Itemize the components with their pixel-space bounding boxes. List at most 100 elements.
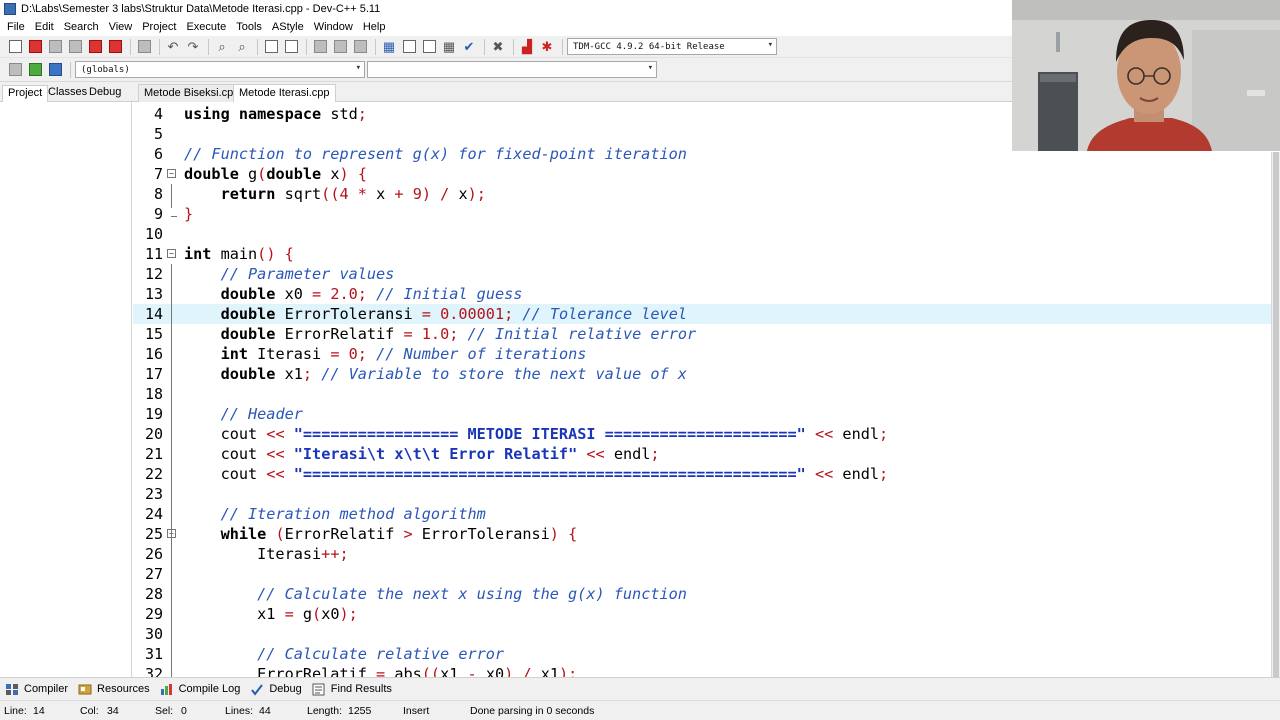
close-all-button[interactable] [106, 38, 124, 56]
goto-function-button[interactable] [282, 38, 300, 56]
stop-button[interactable]: ✖ [489, 38, 507, 56]
scrollbar-thumb[interactable] [1273, 152, 1279, 677]
code-line[interactable]: 9} [133, 204, 1271, 224]
fold-toggle-icon[interactable]: − [167, 169, 176, 178]
rebuild-button[interactable]: ▦ [440, 38, 458, 56]
new-file-button[interactable] [6, 38, 24, 56]
code-line[interactable]: 12 // Parameter values [133, 264, 1271, 284]
debug-icon [251, 683, 264, 696]
code-line[interactable]: 23 [133, 484, 1271, 504]
toggle-bookmark-button[interactable] [351, 38, 369, 56]
code-line[interactable]: 27 [133, 564, 1271, 584]
menu-search[interactable]: Search [59, 21, 104, 33]
menu-file[interactable]: File [2, 21, 30, 33]
unindent-button[interactable] [331, 38, 349, 56]
menu-view[interactable]: View [104, 21, 138, 33]
tab-project[interactable]: Project [2, 85, 49, 102]
code-line[interactable]: 11− int main() { [133, 244, 1271, 264]
vertical-scrollbar[interactable] [1271, 152, 1280, 677]
file-tab-metode-biseksi[interactable]: Metode Biseksi.cpp [138, 84, 246, 102]
code-line[interactable]: 31 // Calculate relative error [133, 644, 1271, 664]
code-line[interactable]: 32 ErrorRelatif = abs((x1 - x0) / x1); [133, 664, 1271, 677]
toolbar-separator [130, 38, 131, 55]
insert-button[interactable] [6, 61, 24, 79]
menu-project[interactable]: Project [137, 21, 181, 33]
status-bar: Line: 14 Col: 34 Sel: 0 Lines: 44 Length… [0, 700, 1280, 720]
code-line[interactable]: 7− double g(double x) { [133, 164, 1271, 184]
tab-debug-bottom[interactable]: Debug [250, 683, 302, 696]
code-line[interactable]: 21 cout << "Iterasi\t x\t\t Error Relati… [133, 444, 1271, 464]
code-line[interactable]: 13 double x0 = 2.0; // Initial guess [133, 284, 1271, 304]
save-all-button[interactable] [66, 38, 84, 56]
debug-toolbar-button[interactable]: ✱ [538, 38, 556, 56]
menu-tools[interactable]: Tools [231, 21, 267, 33]
scope-select[interactable]: (globals) ▾ [75, 61, 365, 78]
code-line[interactable]: 20 cout << "================= METODE ITE… [133, 424, 1271, 444]
menu-edit[interactable]: Edit [30, 21, 59, 33]
save-icon [48, 40, 62, 53]
tab-find-results[interactable]: Find Results [312, 683, 392, 696]
toolbar-separator [159, 38, 160, 55]
save-button[interactable] [46, 38, 64, 56]
line-number: 22 [144, 465, 163, 483]
open-button[interactable] [26, 38, 44, 56]
compile-log-icon [160, 683, 172, 695]
code-line[interactable]: 18 [133, 384, 1271, 404]
find-results-icon [312, 683, 325, 695]
menu-execute[interactable]: Execute [181, 21, 231, 33]
code-line[interactable]: 15 double ErrorRelatif = 1.0; // Initial… [133, 324, 1271, 344]
tab-compile-log[interactable]: Compile Log [160, 683, 240, 696]
code-line[interactable]: 8 return sqrt((4 * x + 9) / x); [133, 184, 1271, 204]
code-line[interactable]: 26 Iterasi++; [133, 544, 1271, 564]
code-line[interactable]: 29 x1 = g(x0); [133, 604, 1271, 624]
code-line[interactable]: 24 // Iteration method algorithm [133, 504, 1271, 524]
chevron-down-icon: ▾ [767, 40, 773, 50]
close-file-button[interactable] [86, 38, 104, 56]
chevron-down-icon: ▾ [647, 63, 653, 73]
code-line[interactable]: 30 [133, 624, 1271, 644]
compile-run-button[interactable] [420, 38, 438, 56]
toolbar-separator [70, 61, 71, 78]
print-button[interactable] [135, 38, 153, 56]
replace-button[interactable]: ⌕ [233, 38, 251, 56]
find-button[interactable]: ⌕ [213, 38, 231, 56]
goto-line-button[interactable] [262, 38, 280, 56]
project-panel[interactable] [0, 102, 132, 677]
undo-icon: ↶ [167, 39, 179, 54]
indent-button[interactable] [311, 38, 329, 56]
code-text: } [184, 205, 194, 223]
code-editor[interactable]: 4 using namespace std; 5 6 // Function to re… [133, 102, 1271, 677]
line-number: 19 [144, 405, 163, 423]
line-number: 28 [144, 585, 163, 603]
run-button[interactable] [400, 38, 418, 56]
tab-resources[interactable]: Resources [78, 683, 150, 696]
code-text: x1 = g(x0); [184, 605, 358, 623]
compiler-select[interactable]: TDM-GCC 4.9.2 64-bit Release ▾ [567, 38, 777, 55]
code-line[interactable]: 16 int Iterasi = 0; // Number of iterati… [133, 344, 1271, 364]
status-col-label: Col: [80, 705, 99, 717]
redo-button[interactable]: ↷ [184, 38, 202, 56]
compile-button[interactable]: ▦ [380, 38, 398, 56]
code-line[interactable]: 28 // Calculate the next x using the g(x… [133, 584, 1271, 604]
code-line[interactable]: 25− while (ErrorRelatif > ErrorToleransi… [133, 524, 1271, 544]
code-line[interactable]: 19 // Header [133, 404, 1271, 424]
fold-toggle-icon[interactable]: − [167, 249, 176, 258]
close-file-icon [88, 40, 102, 53]
file-tab-metode-iterasi[interactable]: Metode Iterasi.cpp [233, 84, 336, 102]
profile-button[interactable]: ▟ [518, 38, 536, 56]
function-select[interactable]: ▾ [367, 61, 657, 78]
menu-window[interactable]: Window [309, 21, 358, 33]
menu-help[interactable]: Help [358, 21, 391, 33]
undo-button[interactable]: ↶ [164, 38, 182, 56]
tab-debug[interactable]: Debug [84, 85, 126, 102]
menu-astyle[interactable]: AStyle [267, 21, 309, 33]
code-text: Iterasi++; [184, 545, 349, 563]
syntax-check-button[interactable]: ✔ [460, 38, 478, 56]
code-line[interactable]: 17 double x1; // Variable to store the n… [133, 364, 1271, 384]
tab-compiler[interactable]: Compiler [5, 683, 68, 696]
goto-declaration-button[interactable] [26, 61, 44, 79]
goto-definition-button[interactable] [46, 61, 64, 79]
code-line[interactable]: 10 [133, 224, 1271, 244]
code-line[interactable]: 22 cout << "============================… [133, 464, 1271, 484]
code-line[interactable]: 14 double ErrorToleransi = 0.00001; // T… [133, 304, 1271, 324]
